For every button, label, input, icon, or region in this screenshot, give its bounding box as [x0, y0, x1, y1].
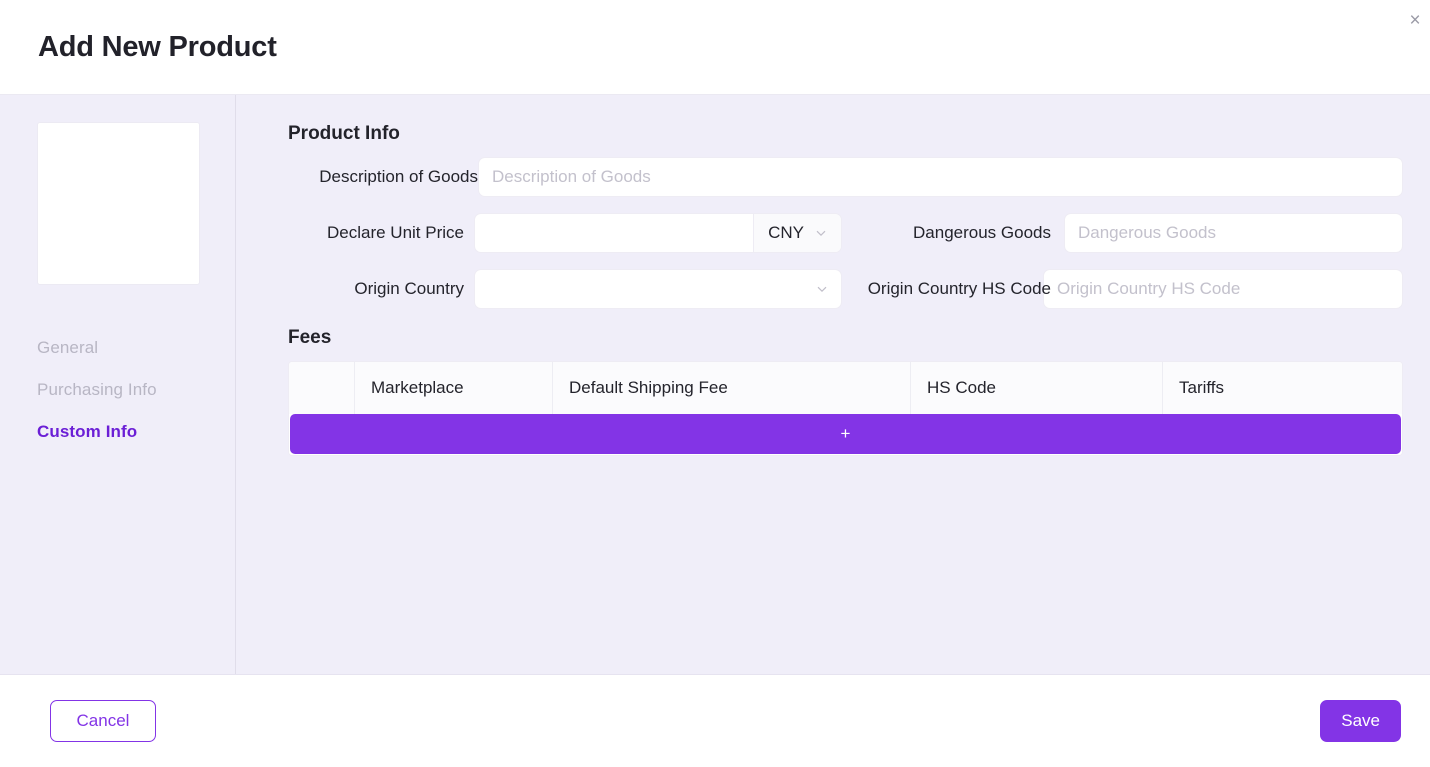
- sidebar-item-custom-info[interactable]: Custom Info: [37, 411, 235, 453]
- fees-table: Marketplace Default Shipping Fee HS Code…: [288, 361, 1403, 456]
- fees-heading: Fees: [288, 327, 332, 348]
- page-title: Add New Product: [38, 30, 277, 63]
- modal-footer: Cancel Save: [0, 675, 1430, 767]
- chevron-down-icon: [816, 283, 828, 295]
- declare-unit-price-field: CNY: [474, 213, 842, 253]
- origin-country-label: Origin Country: [354, 279, 464, 298]
- chevron-down-icon: [815, 227, 827, 239]
- currency-select[interactable]: CNY: [753, 214, 841, 252]
- origin-country-select[interactable]: [474, 269, 842, 309]
- close-icon-glyph: ×: [1409, 10, 1421, 31]
- form-row-price-danger: Declare Unit Price CNY Dangerous Goods D…: [288, 213, 1403, 253]
- fees-column-hs-code: HS Code: [910, 362, 1162, 414]
- fees-table-header-row: Marketplace Default Shipping Fee HS Code…: [289, 362, 1402, 414]
- fees-column-marketplace: Marketplace: [354, 362, 552, 414]
- dangerous-goods-input[interactable]: Dangerous Goods: [1064, 213, 1403, 253]
- dangerous-goods-label: Dangerous Goods: [913, 223, 1051, 242]
- fees-column-select: [289, 362, 354, 414]
- add-fee-row-button[interactable]: +: [290, 414, 1401, 454]
- sidebar-nav: General Purchasing Info Custom Info: [37, 327, 235, 453]
- product-info-heading: Product Info: [288, 123, 400, 144]
- content-panel: Product Info Description of Goods Descri…: [236, 95, 1430, 674]
- declare-unit-price-input[interactable]: [475, 214, 753, 252]
- description-of-goods-label: Description of Goods: [319, 167, 478, 186]
- modal-body: General Purchasing Info Custom Info Prod…: [0, 95, 1430, 675]
- origin-country-hs-code-input[interactable]: Origin Country HS Code: [1043, 269, 1403, 309]
- close-icon[interactable]: ×: [1402, 6, 1430, 36]
- modal-header: Add New Product ×: [0, 0, 1430, 95]
- form-row-origin: Origin Country Origin Country HS Code Or…: [288, 269, 1403, 309]
- declare-unit-price-label: Declare Unit Price: [327, 223, 464, 242]
- product-image-upload[interactable]: [37, 122, 200, 285]
- sidebar-item-general[interactable]: General: [37, 327, 235, 369]
- fees-column-tariffs: Tariffs: [1162, 362, 1402, 414]
- sidebar: General Purchasing Info Custom Info: [0, 95, 236, 674]
- cancel-button[interactable]: Cancel: [50, 700, 156, 742]
- sidebar-item-purchasing-info[interactable]: Purchasing Info: [37, 369, 235, 411]
- add-new-product-modal: Add New Product × General Purchasing Inf…: [0, 0, 1430, 767]
- currency-value: CNY: [768, 223, 804, 242]
- origin-country-hs-code-label: Origin Country HS Code: [867, 279, 1051, 298]
- form-row-description: Description of Goods Description of Good…: [288, 157, 1403, 197]
- fees-column-default-shipping-fee: Default Shipping Fee: [552, 362, 910, 414]
- save-button[interactable]: Save: [1320, 700, 1401, 742]
- description-of-goods-input[interactable]: Description of Goods: [478, 157, 1403, 197]
